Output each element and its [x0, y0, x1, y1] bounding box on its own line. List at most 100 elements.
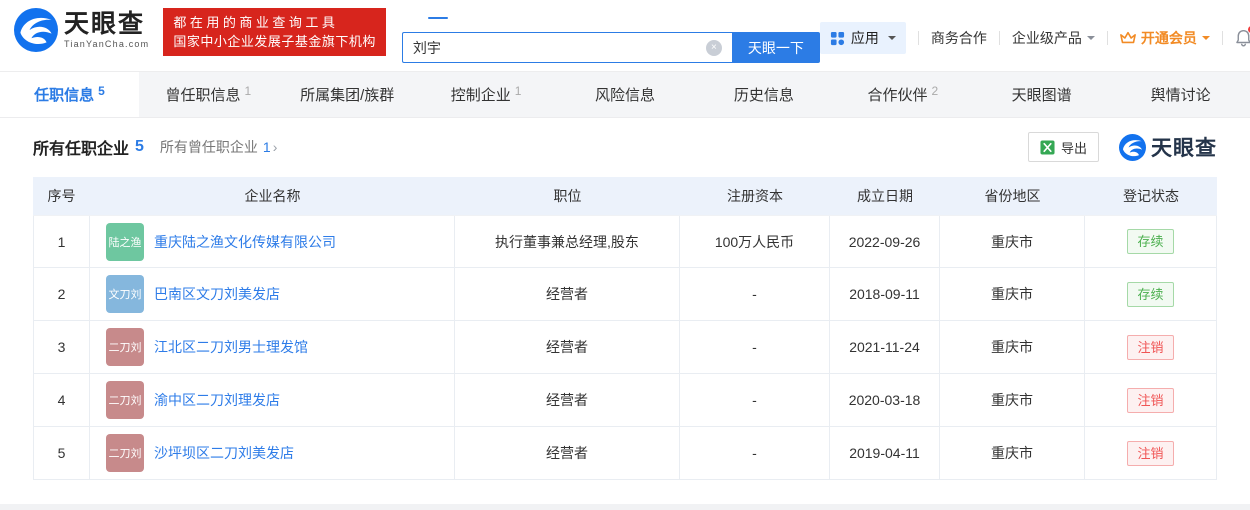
business-coop-link[interactable]: 商务合作: [931, 28, 987, 48]
company-link[interactable]: 重庆陆之渔文化传媒有限公司: [154, 232, 336, 252]
page: 天眼查 TianYanCha.com 都在用的商业查询工具 国家中小企业发展子基…: [0, 0, 1250, 510]
search-tab[interactable]: [402, 17, 422, 19]
company-logo: 二刀刘: [106, 381, 144, 419]
search-area: × 天眼一下: [401, 8, 820, 63]
page-tab[interactable]: 舆情讨论: [1111, 72, 1250, 117]
company-logo: 陆之渔: [106, 222, 144, 261]
enterprise-product-menu[interactable]: 企业级产品: [1012, 28, 1095, 48]
row-date: 2019-04-11: [830, 427, 940, 479]
table-body: 1 陆之渔 重庆陆之渔文化传媒有限公司 执行董事兼总经理,股东 100万人民币 …: [33, 215, 1217, 480]
export-button[interactable]: 导出: [1027, 132, 1099, 162]
status-badge: 注销: [1127, 387, 1174, 413]
search-tab[interactable]: [454, 17, 474, 19]
export-label: 导出: [1060, 140, 1087, 156]
positions-table: 序号 企业名称 职位 注册资本 成立日期 省份地区 登记状态 1 陆之渔 重庆陆…: [33, 177, 1217, 480]
page-tab[interactable]: 历史信息: [694, 72, 833, 117]
tab-count: 5: [98, 83, 105, 98]
divider: [1106, 31, 1108, 45]
table-row: 3 二刀刘 江北区二刀刘男士理发馆 经营者 - 2021-11-24 重庆市 注…: [33, 321, 1217, 374]
row-capital: -: [680, 427, 830, 479]
section-count: 5: [135, 138, 144, 155]
company-link[interactable]: 巴南区文刀刘美发店: [154, 284, 280, 304]
row-region: 重庆市: [940, 427, 1085, 479]
watermark-title: 天眼查: [1151, 137, 1217, 160]
col-date: 成立日期: [857, 188, 913, 204]
company-link[interactable]: 沙坪坝区二刀刘美发店: [154, 443, 294, 463]
row-seq: 3: [33, 321, 90, 373]
apps-menu[interactable]: 应用: [819, 22, 906, 54]
row-position: 经营者: [455, 374, 680, 426]
status-badge: 注销: [1127, 440, 1174, 466]
logo-title: 天眼查: [64, 10, 146, 38]
col-capital: 注册资本: [727, 188, 783, 204]
tianyancha-logo-icon: [1119, 134, 1146, 161]
table-row: 4 二刀刘 渝中区二刀刘理发店 经营者 - 2020-03-18 重庆市 注销: [33, 374, 1217, 427]
site-logo[interactable]: 天眼查 TianYanCha.com: [14, 8, 149, 52]
page-tab[interactable]: 任职信息 5: [0, 72, 139, 117]
logo-subtitle: TianYanCha.com: [64, 39, 150, 49]
company-logo: 二刀刘: [106, 328, 144, 366]
row-date: 2018-09-11: [830, 268, 940, 320]
page-tab[interactable]: 曾任职信息 1: [139, 72, 278, 117]
search-tab[interactable]: [480, 17, 500, 19]
col-seq: 序号: [47, 188, 76, 204]
col-position: 职位: [553, 188, 582, 204]
row-position: 经营者: [455, 268, 680, 320]
row-region: 重庆市: [940, 268, 1085, 320]
chevron-right-icon: ›: [272, 139, 278, 155]
bell-icon: [1236, 29, 1250, 47]
status-badge: 存续: [1127, 281, 1174, 307]
page-tab[interactable]: 控制企业 1: [417, 72, 556, 117]
row-capital: -: [680, 268, 830, 320]
search-input[interactable]: [401, 32, 732, 63]
row-region: 重庆市: [940, 321, 1085, 373]
row-date: 2022-09-26: [830, 216, 940, 267]
search-tab[interactable]: [427, 17, 448, 19]
search-button[interactable]: 天眼一下: [731, 32, 820, 63]
row-position: 执行董事兼总经理,股东: [455, 216, 680, 267]
page-bottom-strip: [0, 504, 1250, 510]
status-badge: 注销: [1127, 334, 1174, 360]
col-status: 登记状态: [1123, 188, 1179, 204]
table-row: 1 陆之渔 重庆陆之渔文化传媒有限公司 执行董事兼总经理,股东 100万人民币 …: [33, 215, 1217, 268]
divider: [998, 31, 1000, 45]
divider: [1221, 31, 1223, 45]
app-grid-icon: [830, 31, 844, 45]
page-tab[interactable]: 风险信息: [556, 72, 695, 117]
row-date: 2020-03-18: [830, 374, 940, 426]
former-positions-link[interactable]: 所有曾任职企业 1 ›: [160, 137, 277, 157]
row-capital: 100万人民币: [680, 216, 830, 267]
col-region: 省份地区: [984, 188, 1041, 204]
company-logo: 二刀刘: [106, 434, 144, 472]
excel-icon: [1040, 139, 1055, 155]
table-header: 序号 企业名称 职位 注册资本 成立日期 省份地区 登记状态: [33, 177, 1217, 215]
section-header: 所有任职企业 5 所有曾任职企业 1 › 导出 天眼查: [33, 131, 1217, 163]
clear-search-icon[interactable]: ×: [705, 40, 722, 56]
header: 天眼查 TianYanCha.com 都在用的商业查询工具 国家中小企业发展子基…: [0, 0, 1250, 71]
row-seq: 1: [33, 216, 90, 267]
status-badge: 存续: [1127, 229, 1174, 254]
page-tab[interactable]: 合作伙伴 2: [833, 72, 972, 117]
table-row: 5 二刀刘 沙坪坝区二刀刘美发店 经营者 - 2019-04-11 重庆市 注销: [33, 427, 1217, 480]
page-tab[interactable]: 天眼图谱: [972, 72, 1111, 117]
chevron-down-icon: [1086, 36, 1095, 44]
tab-count: 1: [514, 83, 522, 98]
crown-icon: [1119, 31, 1136, 44]
tab-count: 1: [244, 83, 252, 98]
section-title: 所有任职企业: [33, 141, 130, 158]
company-link[interactable]: 渝中区二刀刘理发店: [154, 390, 280, 410]
tab-count: 2: [931, 83, 939, 98]
row-seq: 5: [33, 427, 90, 479]
search-tabs: [402, 8, 820, 28]
slogan-line1: 都在用的商业查询工具: [173, 15, 339, 30]
page-tab[interactable]: 所属集团/族群: [278, 72, 417, 117]
page-tabs: 任职信息 5 曾任职信息 1 所属集团/族群 控制企业 1 风险信息 历史信息 …: [0, 71, 1250, 118]
notifications-bell[interactable]: [1235, 26, 1250, 47]
slogan-line2: 国家中小企业发展子基金旗下机构: [173, 34, 376, 49]
vip-upgrade-menu[interactable]: 开通会员: [1119, 28, 1210, 48]
row-region: 重庆市: [940, 374, 1085, 426]
company-link[interactable]: 江北区二刀刘男士理发馆: [154, 337, 308, 357]
apps-label: 应用: [850, 30, 879, 46]
row-capital: -: [680, 374, 830, 426]
tianyancha-watermark: 天眼查: [1119, 132, 1217, 162]
